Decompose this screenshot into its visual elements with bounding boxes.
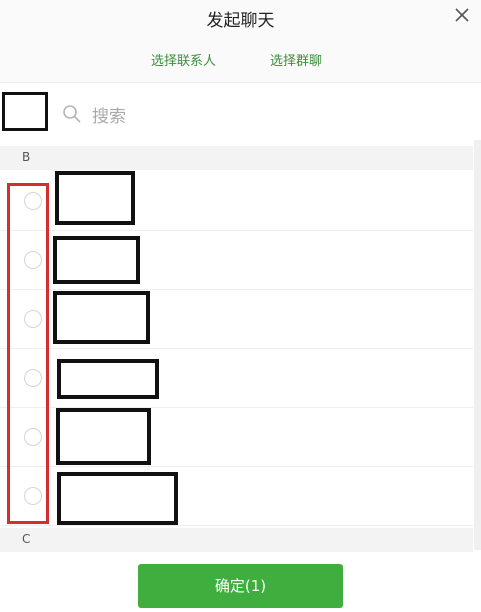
contact-row[interactable] <box>0 171 473 231</box>
dialog-header: 发起聊天 选择联系人 选择群聊 <box>0 0 481 83</box>
redacted-contact-name <box>57 472 178 525</box>
section-header-c: C <box>0 528 473 552</box>
contact-radio[interactable] <box>24 251 42 269</box>
search-placeholder: 搜索 <box>92 107 126 127</box>
contact-row[interactable] <box>0 231 473 290</box>
tab-bar: 选择联系人 选择群聊 <box>0 50 481 70</box>
contact-radio[interactable] <box>24 428 42 446</box>
dialog-title: 发起聊天 <box>206 11 275 31</box>
close-icon[interactable] <box>451 4 473 26</box>
contact-radio[interactable] <box>24 192 42 210</box>
contact-row[interactable] <box>0 408 473 467</box>
section-letter: C <box>22 532 31 546</box>
tab-select-groups[interactable]: 选择群聊 <box>270 50 322 69</box>
redacted-contact-name <box>55 171 135 225</box>
section-letter: B <box>22 150 31 164</box>
contact-radio[interactable] <box>24 487 42 505</box>
search-input[interactable]: 搜索 <box>62 94 462 134</box>
contact-radio[interactable] <box>24 310 42 328</box>
redacted-contact-name <box>57 359 159 399</box>
section-header-b: B <box>0 146 473 170</box>
contact-row[interactable] <box>0 467 473 526</box>
redacted-avatar <box>2 92 48 131</box>
scrollbar[interactable] <box>474 140 481 550</box>
contact-radio[interactable] <box>24 369 42 387</box>
confirm-button[interactable]: 确定(1) <box>138 564 343 608</box>
contact-row[interactable] <box>0 290 473 349</box>
search-icon <box>62 104 82 124</box>
contact-row[interactable] <box>0 349 473 408</box>
tab-select-contacts[interactable]: 选择联系人 <box>151 50 216 69</box>
redacted-contact-name <box>53 236 140 284</box>
redacted-contact-name <box>56 408 151 465</box>
redacted-contact-name <box>53 291 150 344</box>
